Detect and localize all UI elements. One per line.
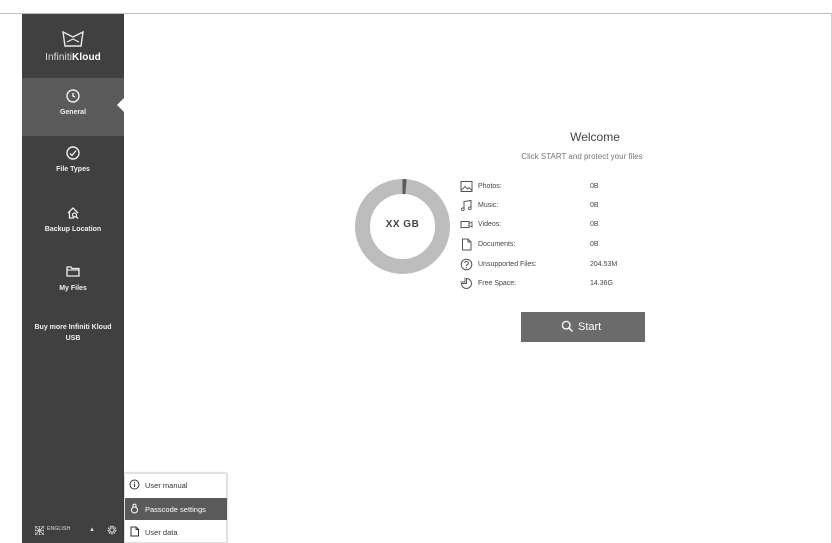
stat-value: 0B <box>590 183 599 190</box>
window-top-border <box>0 13 832 14</box>
menu-item-user-manual[interactable]: User manual <box>125 474 227 496</box>
menu-item-label: Passcode settings <box>145 505 206 514</box>
document-icon <box>462 238 472 251</box>
language-selector[interactable]: ENGLISH <box>47 526 70 532</box>
sidebar-item-backup-location[interactable]: Backup Location <box>22 198 124 256</box>
info-icon <box>129 479 140 490</box>
sidebar-item-label: Backup Location <box>44 226 102 233</box>
stat-unsupported-files: Unsupported Files: 204.53M <box>460 257 660 273</box>
stat-videos: Videos: 0B <box>460 217 660 233</box>
stat-value: 14.36G <box>590 280 613 287</box>
sidebar-item-file-types[interactable]: File Types <box>22 138 124 196</box>
app-logo: InfinitiKloud <box>22 14 124 78</box>
image-icon <box>460 181 473 192</box>
app-logo-text: InfinitiKloud <box>22 52 124 63</box>
gear-icon[interactable] <box>106 524 118 536</box>
menu-item-passcode-settings[interactable]: Passcode settings <box>125 498 227 520</box>
cloud-logo-icon <box>62 30 84 47</box>
menu-item-user-data[interactable]: User data <box>125 521 227 543</box>
stat-label: Videos: <box>478 221 502 228</box>
logo-text-prefix: Infiniti <box>45 52 73 63</box>
stat-label: Photos: <box>478 183 502 190</box>
stat-music: Music: 0B <box>460 198 660 214</box>
logo-text-suffix: Kloud <box>72 52 101 63</box>
stat-value: 0B <box>590 241 599 248</box>
stat-value: 204.53M <box>590 261 618 268</box>
lock-icon <box>131 503 138 514</box>
storage-capacity-label: XX GB <box>385 219 420 230</box>
stat-label: Unsupported Files: <box>478 261 537 268</box>
sidebar-item-label: My Files <box>59 285 87 292</box>
home-search-icon <box>67 207 79 219</box>
music-icon <box>460 199 472 212</box>
stat-label: Documents: <box>478 241 516 248</box>
menu-item-label: User data <box>145 528 178 537</box>
sidebar-item-label: General <box>59 109 87 116</box>
stat-value: 0B <box>590 202 599 209</box>
buy-more-link[interactable]: Buy more Infiniti Kloud USB <box>28 322 118 344</box>
start-button-label: Start <box>578 321 602 333</box>
caret-up-icon[interactable]: ▲ <box>89 527 95 533</box>
start-button[interactable]: Start <box>521 312 645 342</box>
active-item-pointer <box>117 98 124 112</box>
sidebar-item-general[interactable]: General <box>22 78 124 136</box>
stat-value: 0B <box>590 221 599 228</box>
stat-label: Free Space: <box>478 280 517 287</box>
uk-flag-icon <box>35 526 44 535</box>
sidebar: InfinitiKloud General File Types Backup … <box>22 14 124 543</box>
stat-documents: Documents: 0B <box>460 237 660 253</box>
menu-item-label: User manual <box>145 481 188 490</box>
sidebar-item-label: File Types <box>56 166 90 173</box>
folder-icon <box>66 266 80 277</box>
page-title: Welcome <box>570 130 620 144</box>
question-icon <box>460 258 473 271</box>
stat-photos: Photos: 0B <box>460 179 660 195</box>
document-icon <box>130 526 139 537</box>
language-bar: ENGLISH ▲ <box>22 522 124 542</box>
video-icon <box>460 221 473 228</box>
stat-free-space: Free Space: 14.36G <box>460 276 660 292</box>
check-circle-icon <box>66 146 80 160</box>
search-icon <box>561 320 573 332</box>
sidebar-item-my-files[interactable]: My Files <box>22 258 124 316</box>
settings-popup-menu: User manual Passcode settings User data <box>124 473 227 543</box>
pie-icon <box>460 277 472 289</box>
stat-label: Music: <box>478 202 499 209</box>
clock-icon <box>66 89 80 103</box>
page-subtitle: Click START and protect your files <box>521 152 643 161</box>
